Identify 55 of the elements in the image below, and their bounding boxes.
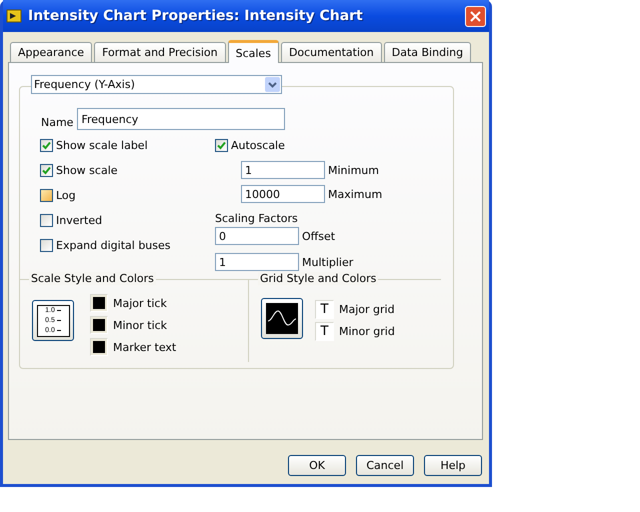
- tab[interactable]: Documentation: [280, 42, 382, 62]
- tick-mark-icon: [56, 320, 61, 321]
- grid-style-button[interactable]: [261, 298, 303, 339]
- swatch-label: Marker text: [113, 340, 176, 354]
- checkmark-icon: [217, 141, 226, 150]
- app-icon: [6, 8, 22, 24]
- checkbox-box[interactable]: [40, 214, 53, 227]
- checkbox[interactable]: Expand digital buses: [40, 239, 215, 252]
- number-field[interactable]: 0: [215, 227, 299, 245]
- checkmark-icon: [42, 141, 51, 150]
- window-title: Intensity Chart Properties: Intensity Chart: [28, 8, 364, 24]
- swatch-label: Major tick: [113, 296, 167, 310]
- section-label: Scaling Factors: [215, 212, 299, 225]
- checkbox[interactable]: Log: [40, 189, 215, 202]
- grid-style-picker[interactable]: T: [315, 300, 334, 319]
- field-label: Multiplier: [302, 256, 354, 268]
- tab[interactable]: Appearance: [10, 42, 92, 62]
- tab[interactable]: Format and Precision: [94, 42, 226, 62]
- tick-mark-icon: [56, 330, 61, 331]
- number-field[interactable]: 1: [215, 253, 299, 271]
- number-field[interactable]: 1: [241, 161, 325, 179]
- checkbox-box[interactable]: [40, 239, 53, 252]
- dialog-button[interactable]: Help: [424, 455, 482, 476]
- section-title: Grid Style and Colors: [258, 272, 378, 285]
- axis-dropdown[interactable]: Frequency (Y-Axis): [31, 75, 282, 94]
- checkbox[interactable]: Show scale: [40, 164, 215, 177]
- checkbox[interactable]: Inverted: [40, 214, 215, 227]
- color-swatch[interactable]: [90, 316, 108, 334]
- autoscale-checkbox[interactable]: Autoscale: [215, 139, 382, 152]
- waveform-icon: [266, 303, 298, 334]
- swatch-label: Minor tick: [113, 318, 168, 332]
- grid-label: Major grid: [339, 303, 395, 316]
- grid-label: Minor grid: [339, 325, 395, 338]
- name-field[interactable]: Frequency: [77, 108, 286, 130]
- number-field[interactable]: 10000: [241, 185, 325, 203]
- checkbox-box[interactable]: [40, 139, 53, 152]
- checkbox[interactable]: Show scale label: [40, 139, 215, 152]
- close-icon: [470, 10, 481, 22]
- field-label: Offset: [302, 230, 336, 242]
- tab[interactable]: Scales: [228, 40, 279, 63]
- section-title: Scale Style and Colors: [29, 272, 156, 285]
- checkmark-icon: [42, 166, 51, 175]
- tab[interactable]: Data Binding: [384, 42, 472, 62]
- field-label: Maximum: [328, 188, 382, 200]
- color-swatch[interactable]: [90, 294, 108, 312]
- field-label: Minimum: [328, 164, 379, 176]
- color-swatch[interactable]: [90, 338, 108, 356]
- grid-style-picker[interactable]: T: [315, 322, 334, 341]
- dialog-button[interactable]: OK: [288, 455, 346, 476]
- name-label: Name: [41, 116, 74, 128]
- close-button[interactable]: [465, 6, 486, 26]
- checkbox-box[interactable]: [40, 164, 53, 177]
- checkbox-box[interactable]: [215, 139, 228, 152]
- tick-mark-icon: [56, 310, 61, 311]
- dialog-button[interactable]: Cancel: [356, 455, 414, 476]
